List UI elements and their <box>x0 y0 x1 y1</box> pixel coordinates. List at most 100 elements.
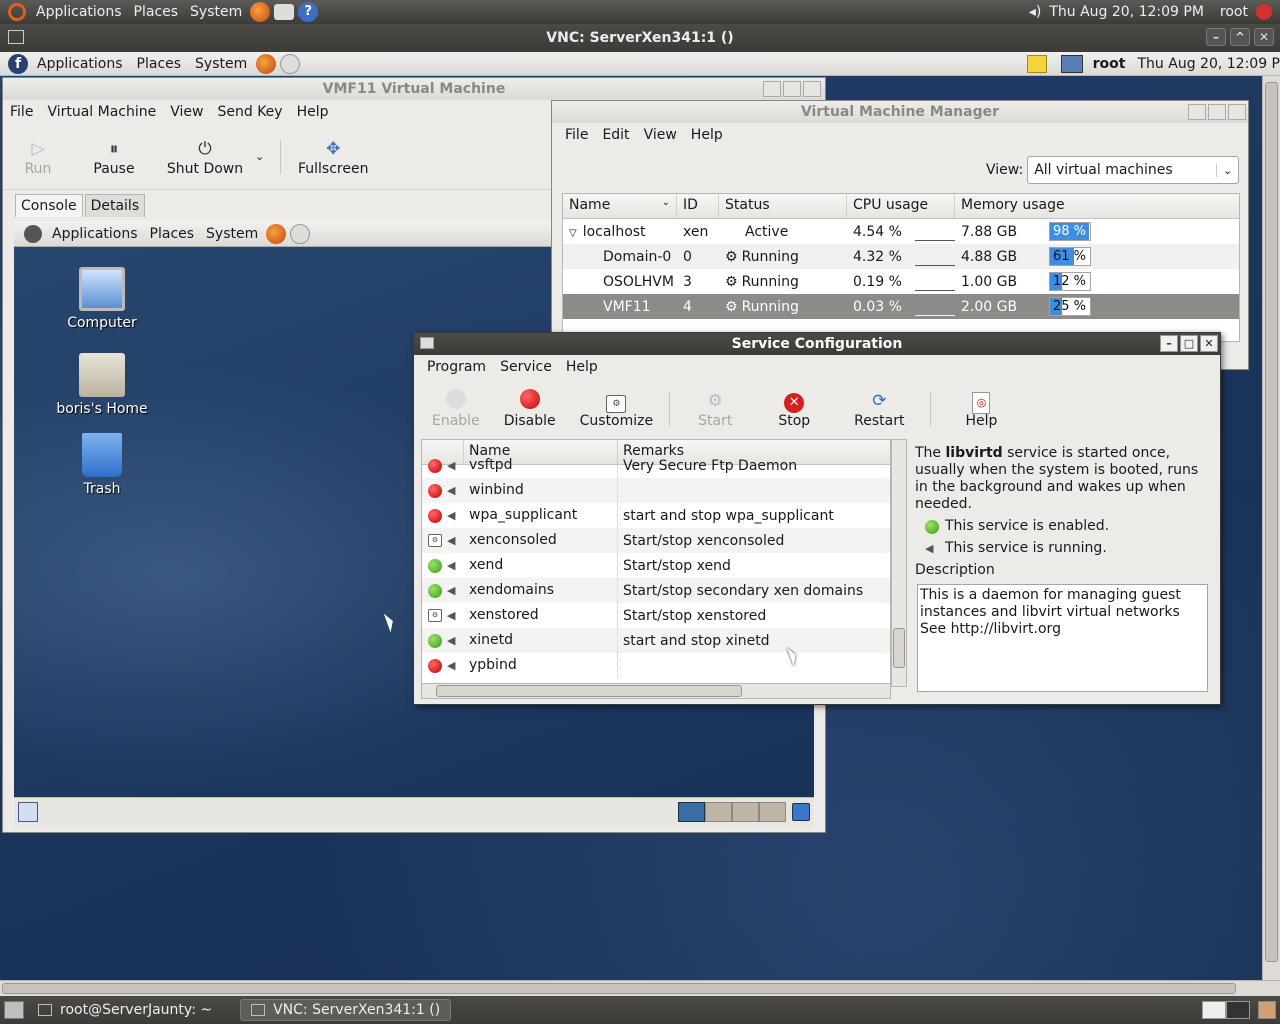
service-row[interactable]: ◀ xend Start/stop xend <box>422 553 890 578</box>
inner-menu-places[interactable]: Places <box>130 56 189 72</box>
service-list-hscroll[interactable] <box>421 683 891 699</box>
close-button[interactable] <box>803 81 821 97</box>
task-terminal[interactable]: root@ServerJaunty: ~ <box>28 999 222 1021</box>
home-desktop-icon[interactable]: boris's Home <box>52 353 152 417</box>
menu-places[interactable]: Places <box>128 4 185 20</box>
disable-button[interactable]: Disable <box>492 379 568 439</box>
table-row[interactable]: ▽ localhost xen Active 4.54 % 7.88 GB 98 … <box>563 219 1239 244</box>
view-select[interactable]: All virtual machines ⌄ <box>1027 156 1240 184</box>
run-button[interactable]: ▷ Run <box>3 127 73 187</box>
inner-user[interactable]: root <box>1093 56 1126 72</box>
gnome-foot-icon[interactable] <box>24 224 42 243</box>
mail-notify-icon[interactable] <box>280 53 301 74</box>
task-vnc[interactable]: VNC: ServerXen341:1 () <box>240 999 452 1021</box>
service-row[interactable]: ◀ ypbind <box>422 653 890 678</box>
service-list-vscroll[interactable] <box>891 439 907 687</box>
show-desktop-icon[interactable] <box>18 802 38 822</box>
trash-desktop-icon[interactable]: Trash <box>52 433 152 497</box>
trash-applet-icon[interactable] <box>1258 1001 1276 1019</box>
vmm-menu-edit[interactable]: Edit <box>595 127 636 143</box>
service-row[interactable]: ◀ vsftpd Very Secure Ftp Daemon <box>422 453 890 478</box>
menu-help[interactable]: Help <box>290 104 336 120</box>
fullscreen-button[interactable]: ✥ Fullscreen <box>285 127 381 187</box>
horizontal-scrollbar[interactable] <box>0 980 1280 996</box>
outer-user[interactable]: root <box>1220 4 1248 20</box>
close-button[interactable]: ✕ <box>1254 28 1274 46</box>
vmm-menu-file[interactable]: File <box>558 127 595 143</box>
maximize-button[interactable]: □ <box>1180 335 1198 352</box>
service-row[interactable]: ◀ wpa_supplicant start and stop wpa_suppli… <box>422 503 890 528</box>
vm-window-titlebar[interactable]: VMF11 Virtual Machine <box>3 78 825 100</box>
trash-applet-icon[interactable] <box>792 803 810 821</box>
expander-icon[interactable]: ▽ <box>569 228 577 239</box>
enable-button[interactable]: Enable <box>420 379 492 439</box>
minimize-button[interactable] <box>763 81 781 97</box>
menu-file[interactable]: File <box>3 104 40 120</box>
col-status[interactable]: Status <box>719 194 847 218</box>
service-row[interactable]: ⚙ ◀ xenstored Start/stop xenstored <box>422 603 890 628</box>
help-button[interactable]: ◎ Help <box>935 379 1027 439</box>
mail-notify-icon[interactable] <box>290 223 311 244</box>
minimize-button[interactable] <box>1188 104 1206 120</box>
col-memory[interactable]: Memory usage <box>955 194 1239 218</box>
table-row-selected[interactable]: VMF11 4 ⚙ Running 0.03 % 2.00 GB 25 % <box>563 294 1239 319</box>
col-cpu[interactable]: CPU usage <box>847 194 955 218</box>
close-button[interactable]: ✕ <box>1200 335 1218 352</box>
table-row[interactable]: Domain-0 0 ⚙ Running 4.32 % 4.88 GB 61 % <box>563 244 1239 269</box>
menu-virtual-machine[interactable]: Virtual Machine <box>40 104 163 120</box>
svc-menu-service[interactable]: Service <box>493 359 559 375</box>
firefox-icon[interactable] <box>250 2 271 22</box>
svc-titlebar[interactable]: Service Configuration – □ ✕ <box>414 333 1220 355</box>
minimize-button[interactable]: – <box>1206 28 1226 46</box>
inner-clock[interactable]: Thu Aug 20, 12:09 P <box>1138 56 1280 72</box>
minimize-button[interactable]: – <box>1160 335 1178 352</box>
fedora-logo-icon[interactable]: f <box>8 53 28 74</box>
menu-applications[interactable]: Applications <box>30 4 128 20</box>
menu-send-key[interactable]: Send Key <box>210 104 289 120</box>
vmm-menu-help[interactable]: Help <box>684 127 730 143</box>
mail-icon[interactable] <box>274 4 295 20</box>
col-id[interactable]: ID <box>677 194 719 218</box>
menu-view[interactable]: View <box>163 104 210 120</box>
network-icon[interactable] <box>1060 54 1083 73</box>
service-row[interactable]: ◀ xendomains Start/stop secondary xen doma… <box>422 578 890 603</box>
svc-menu-program[interactable]: Program <box>420 359 493 375</box>
computer-desktop-icon[interactable]: Computer <box>52 267 152 331</box>
vnc-window-titlebar[interactable]: VNC: ServerXen341:1 () – ^ ✕ <box>0 24 1280 52</box>
inner-menu-applications[interactable]: Applications <box>30 56 130 72</box>
vertical-scrollbar[interactable] <box>1262 76 1280 980</box>
vm-list-table[interactable]: Name ⌄ ID Status CPU usage Memory usage … <box>562 193 1240 342</box>
guest-menu-places[interactable]: Places <box>144 226 201 242</box>
show-desktop-icon[interactable] <box>4 1001 24 1019</box>
workspace-switcher[interactable] <box>678 802 786 822</box>
maximize-button[interactable] <box>1208 104 1226 120</box>
svc-menu-help[interactable]: Help <box>559 359 605 375</box>
pause-button[interactable]: ⏸ Pause <box>73 127 155 187</box>
help-icon[interactable]: ? <box>298 2 319 22</box>
notes-icon[interactable] <box>1026 54 1047 73</box>
service-list[interactable]: Name Remarks ◀ vsftpd Very Secure Ftp Daem… <box>421 439 891 687</box>
tab-console[interactable]: Console <box>15 194 83 217</box>
volume-icon[interactable]: ◂) <box>1029 4 1042 20</box>
service-row[interactable]: ◀ winbind <box>422 478 890 503</box>
outer-clock[interactable]: Thu Aug 20, 12:09 PM <box>1049 4 1204 20</box>
customize-button[interactable]: ⚙ Customize <box>568 379 666 439</box>
close-button[interactable] <box>1228 104 1246 120</box>
restart-button[interactable]: ⟳ Restart <box>832 379 926 439</box>
service-row[interactable]: ◀ xinetd start and stop xinetd <box>422 628 890 653</box>
window-menu-icon[interactable] <box>8 30 24 44</box>
vmm-menu-view[interactable]: View <box>637 127 684 143</box>
maximize-button[interactable]: ^ <box>1230 28 1250 46</box>
description-text[interactable]: This is a daemon for managing guest inst… <box>917 584 1208 692</box>
power-icon[interactable] <box>1256 4 1272 20</box>
inner-menu-system[interactable]: System <box>188 56 254 72</box>
guest-menu-system[interactable]: System <box>200 226 264 242</box>
stop-button[interactable]: ✕ Stop <box>756 379 832 439</box>
table-row[interactable]: OSOLHVM 3 ⚙ Running 0.19 % 1.00 GB 12 % <box>563 269 1239 294</box>
service-row[interactable]: ⚙ ◀ xenconsoled Start/stop xenconsoled <box>422 528 890 553</box>
chevron-down-icon[interactable]: ⌄ <box>255 150 264 163</box>
firefox-icon[interactable] <box>266 223 287 244</box>
col-name[interactable]: Name ⌄ <box>563 194 677 218</box>
ubuntu-logo-icon[interactable] <box>8 3 26 21</box>
tab-details[interactable]: Details <box>84 194 146 217</box>
